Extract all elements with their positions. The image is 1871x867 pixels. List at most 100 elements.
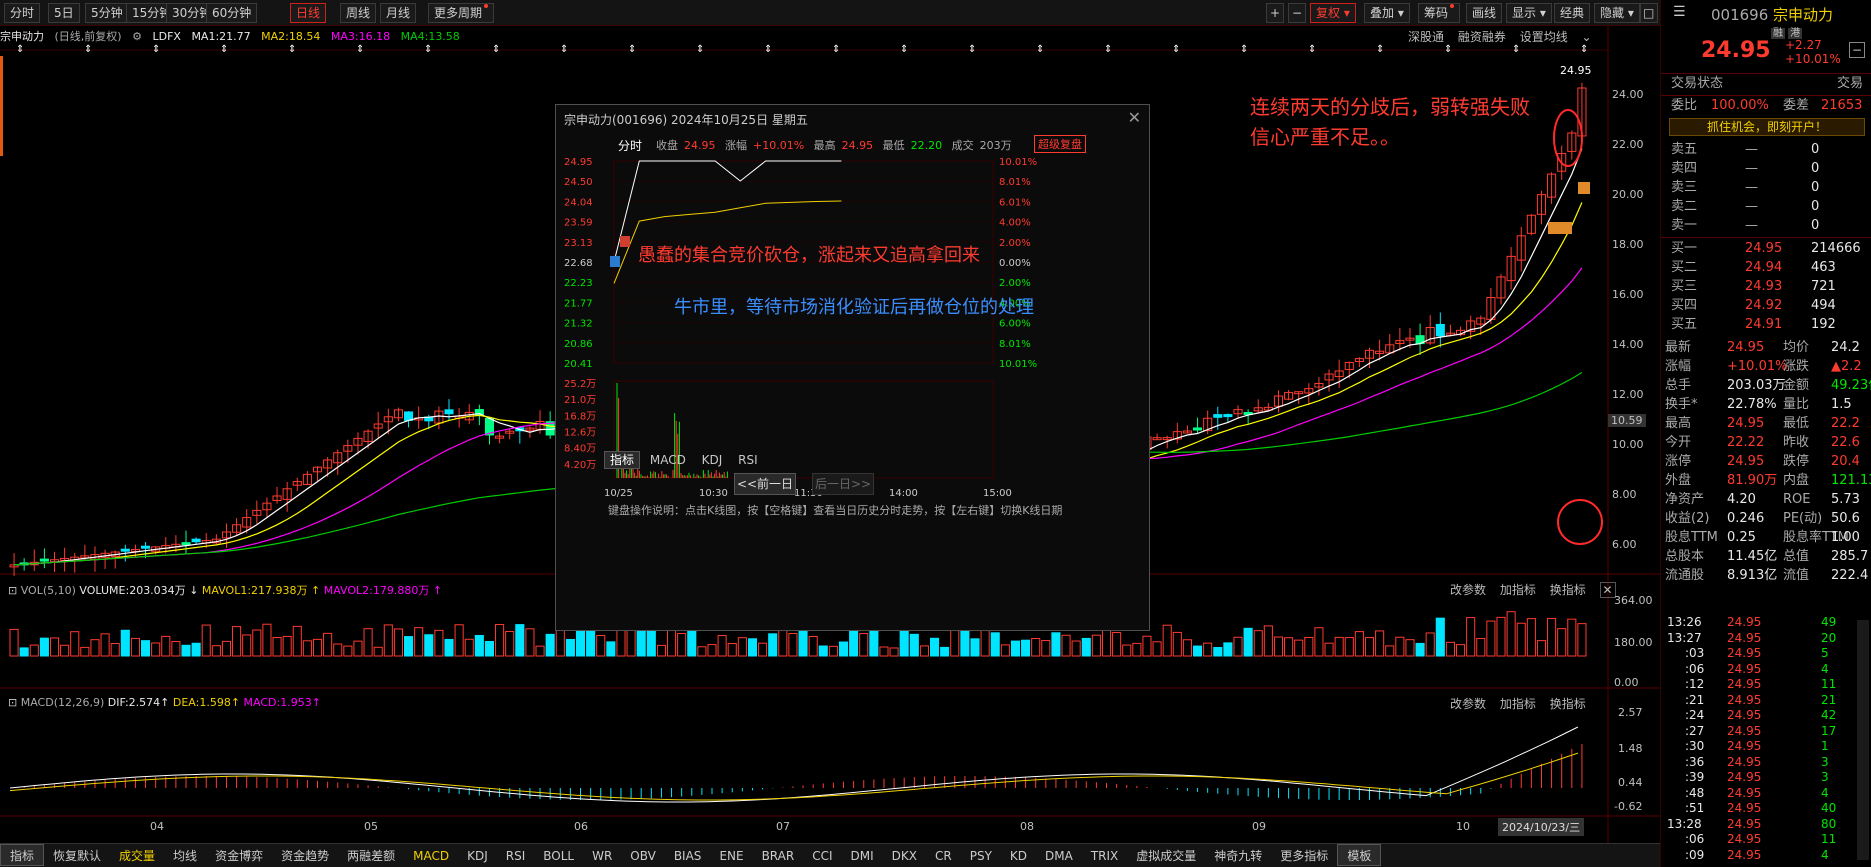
popup-tab-rsi[interactable]: RSI	[732, 453, 764, 467]
hk-connect-link[interactable]: 深股通	[1408, 30, 1444, 44]
indicator-tab[interactable]: BRAR	[753, 845, 804, 867]
minimize-icon[interactable]: −	[1849, 42, 1865, 58]
zoom-in-button[interactable]: +	[1266, 3, 1284, 23]
volume-bar	[1253, 630, 1263, 657]
popup-tab-kdj[interactable]: KDJ	[696, 453, 729, 467]
indicator-tab[interactable]: BIAS	[665, 845, 711, 867]
switch-indicator-button[interactable]: 换指标	[1550, 697, 1586, 711]
period-button-active[interactable]: 日线	[290, 3, 327, 23]
collapse-icon[interactable]: ⊡	[8, 696, 17, 709]
indicator-tab[interactable]: CCI	[803, 845, 841, 867]
prev-day-button[interactable]: <<前一日	[734, 473, 796, 495]
indicator-tab[interactable]: PSY	[961, 845, 1001, 867]
indicator-tab[interactable]: KDJ	[458, 845, 497, 867]
order-row: 买三 24.93 721	[1671, 279, 1836, 294]
indicator-tab[interactable]: MACD	[404, 845, 458, 867]
indicator-tab[interactable]: 模板	[1337, 844, 1382, 866]
price-tick: 24.04	[564, 197, 593, 208]
menu-icon[interactable]: ☰	[1673, 4, 1686, 20]
adjust-button[interactable]: 复权 ▾	[1310, 3, 1356, 23]
price-tick: 20.41	[564, 359, 593, 370]
indicator-tab[interactable]: DMI	[842, 845, 883, 867]
pct-tick: 0.00%	[999, 258, 1031, 269]
super-review-button[interactable]: 超级复盘	[1034, 135, 1086, 153]
ma-settings-link[interactable]: 设置均线	[1520, 30, 1568, 44]
indicator-tab[interactable]: KD	[1001, 845, 1036, 867]
hide-button[interactable]: 隐藏 ▾	[1594, 3, 1640, 23]
intraday-popup[interactable]: 宗申动力(001696) 2024年10月25日 星期五 ✕ 分时 收盘 24.9…	[555, 104, 1150, 631]
more-periods-button[interactable]: 更多周期	[428, 3, 495, 23]
volume-bar	[768, 633, 778, 657]
volume-bar	[747, 638, 758, 657]
next-day-button[interactable]: 后一日>>	[812, 473, 874, 495]
overlay-button[interactable]: 叠加 ▾	[1364, 3, 1410, 23]
settings-icon[interactable]: ⚙	[132, 30, 142, 43]
volume-bar	[1061, 634, 1071, 657]
popup-tab-macd[interactable]: MACD	[644, 453, 692, 467]
volume-bar	[434, 629, 444, 657]
indicator-tab[interactable]: ENE	[710, 845, 752, 867]
period-button[interactable]: 5日	[48, 3, 80, 23]
volume-bar	[960, 629, 970, 657]
display-button[interactable]: 显示 ▾	[1506, 3, 1552, 23]
edit-params-button[interactable]: 改参数	[1450, 583, 1486, 597]
chevron-down-icon[interactable]: ⌄	[1582, 30, 1592, 44]
volume-bar	[90, 639, 100, 657]
period-button[interactable]: 周线	[340, 3, 377, 23]
volume-bar	[343, 645, 353, 657]
indicator-tab[interactable]: 均线	[164, 845, 206, 867]
margin-link[interactable]: 融资融券	[1458, 30, 1506, 44]
add-indicator-button[interactable]: 加指标	[1500, 583, 1536, 597]
chips-button[interactable]: 筹码	[1418, 3, 1461, 23]
indicator-tab[interactable]: 资金趋势	[272, 845, 338, 867]
pct-tick: 4.00%	[999, 218, 1031, 229]
scrollbar[interactable]	[1857, 620, 1869, 860]
indicator-tab[interactable]: OBV	[621, 845, 665, 867]
volume-bar	[859, 633, 869, 657]
draw-button[interactable]: 画线	[1466, 3, 1503, 23]
indicator-tab[interactable]: 更多指标	[1271, 845, 1337, 867]
open-account-banner[interactable]: 抓住机会，即刻开户！	[1669, 118, 1865, 136]
indicator-tab[interactable]: CR	[926, 845, 961, 867]
event-marker: ⇕	[1104, 44, 1112, 55]
time-tick: 10/25	[604, 488, 633, 499]
indicator-tab[interactable]: 资金博弈	[206, 845, 272, 867]
order-ratio-row: 委比 100.00% 委差 21653	[1671, 98, 1863, 113]
indicator-tab[interactable]: DKX	[883, 845, 926, 867]
tick-row: :09 24.95 4	[1685, 847, 1829, 862]
indicator-tab[interactable]: TRIX	[1082, 845, 1127, 867]
x-axis-label: 08	[1020, 820, 1034, 833]
indicator-tab[interactable]: BOLL	[534, 845, 583, 867]
indicator-tab[interactable]: 成交量	[110, 845, 164, 867]
indicator-tab[interactable]: 虚拟成交量	[1127, 845, 1205, 867]
volume-bar	[758, 642, 768, 657]
volume-bar	[1000, 644, 1010, 657]
period-button[interactable]: 60分钟	[206, 3, 258, 23]
edit-params-button[interactable]: 改参数	[1450, 697, 1486, 711]
window-icon[interactable]: □	[1640, 3, 1658, 23]
indicator-tab[interactable]: 神奇九转	[1205, 845, 1271, 867]
indicator-tab[interactable]: WR	[583, 845, 621, 867]
indicator-tab[interactable]: 恢复默认	[44, 845, 110, 867]
collapse-icon[interactable]: ⊡	[8, 584, 17, 597]
period-button[interactable]: 月线	[380, 3, 417, 23]
close-icon[interactable]: ✕	[1128, 108, 1141, 127]
indicator-tab[interactable]: 两融差额	[338, 845, 404, 867]
period-button[interactable]: 分时	[4, 3, 41, 23]
order-row: 买四 24.92 494	[1671, 298, 1836, 313]
volume-bar	[474, 634, 484, 657]
volume-bar	[1091, 634, 1101, 657]
period-button[interactable]: 5分钟	[85, 3, 129, 23]
add-indicator-button[interactable]: 加指标	[1500, 697, 1536, 711]
zoom-out-button[interactable]: −	[1288, 3, 1306, 23]
volume-bar	[606, 641, 616, 657]
switch-indicator-button[interactable]: 换指标	[1550, 583, 1586, 597]
volume-bar	[1021, 639, 1031, 657]
indicator-tab[interactable]: RSI	[497, 845, 535, 867]
indicator-tab[interactable]: DMA	[1036, 845, 1082, 867]
event-marker: ⇕	[152, 44, 160, 55]
volume-bar	[616, 629, 626, 657]
classic-button[interactable]: 经典	[1554, 3, 1591, 23]
indicator-tab[interactable]: 指标	[0, 844, 45, 866]
popup-tab-indicator[interactable]: 指标	[604, 451, 641, 469]
